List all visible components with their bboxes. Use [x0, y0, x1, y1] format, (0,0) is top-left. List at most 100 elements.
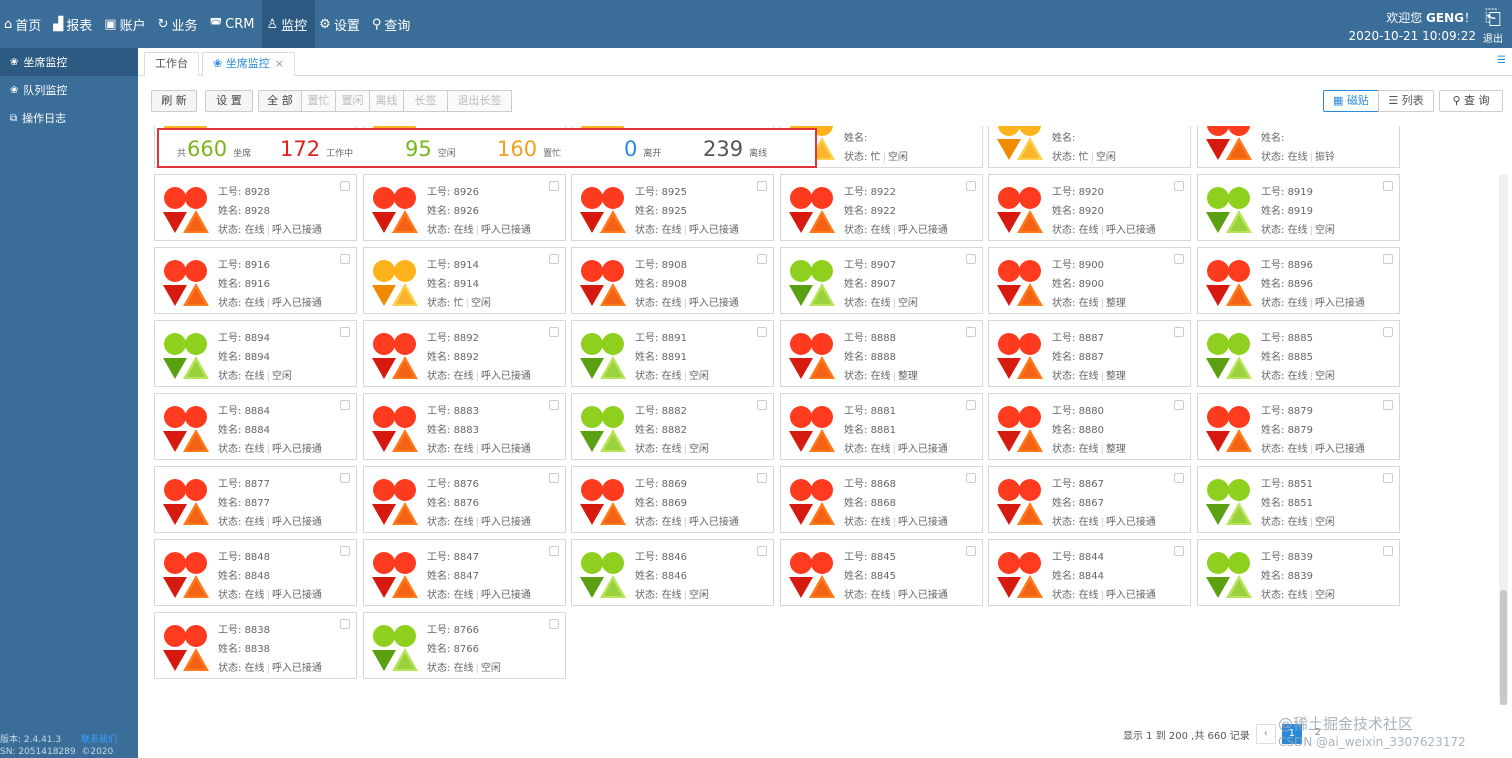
agent-checkbox[interactable] [549, 546, 559, 556]
query-button[interactable]: ⚲ 查 询 [1439, 90, 1503, 112]
agent-checkbox[interactable] [757, 473, 767, 483]
agent-card[interactable]: 工号: 8928 姓名: 8928 状态: 在线 | 呼入已接通 [154, 174, 357, 241]
list-view-button[interactable]: ☰ 列表 [1378, 90, 1434, 112]
agent-checkbox[interactable] [966, 254, 976, 264]
tile-view-button[interactable]: ▦ 磁贴 [1323, 90, 1379, 112]
agent-card[interactable]: 工号: 8882 姓名: 8882 状态: 在线 | 空闲 [571, 393, 774, 460]
sidebar-item-0[interactable]: ❀ 坐席监控 [0, 48, 138, 76]
agent-card[interactable]: 工号: 8879 姓名: 8879 状态: 在线 | 呼入已接通 [1197, 393, 1400, 460]
filter-busy-button[interactable]: 置忙 [302, 90, 336, 112]
summary-idle[interactable]: 95 空闲 [405, 136, 456, 162]
agent-card[interactable]: 工号: 8883 姓名: 8883 状态: 在线 | 呼入已接通 [363, 393, 566, 460]
agent-card[interactable]: 工号: 8920 姓名: 8920 状态: 在线 | 呼入已接通 [988, 174, 1191, 241]
agent-card[interactable]: 工号: 8919 姓名: 8919 状态: 在线 | 空闲 [1197, 174, 1400, 241]
agent-card[interactable]: 工号: 8839 姓名: 8839 状态: 在线 | 空闲 [1197, 539, 1400, 606]
prev-page-button[interactable]: ‹ [1255, 724, 1276, 744]
agent-card[interactable]: 工号: 8838 姓名: 8838 状态: 在线 | 呼入已接通 [154, 612, 357, 679]
agent-checkbox[interactable] [757, 181, 767, 191]
filter-offline-button[interactable]: 离线 [370, 90, 404, 112]
nav-item-7[interactable]: ⚲ 查询 [368, 0, 419, 48]
agent-card[interactable]: 工号: 8914 姓名: 8914 状态: 忙 | 空闲 [363, 247, 566, 314]
agent-card[interactable]: 工号: 姓名: 状态: 忙|空闲 [988, 126, 1191, 168]
agent-card[interactable]: 工号: 8907 姓名: 8907 状态: 在线 | 空闲 [780, 247, 983, 314]
vertical-scrollbar[interactable] [1499, 175, 1508, 705]
agent-checkbox[interactable] [340, 400, 350, 410]
agent-checkbox[interactable] [340, 327, 350, 337]
agent-checkbox[interactable] [966, 400, 976, 410]
nav-item-0[interactable]: ⌂ 首页 [0, 0, 49, 48]
agent-card[interactable]: 工号: 8848 姓名: 8848 状态: 在线 | 呼入已接通 [154, 539, 357, 606]
agent-card[interactable]: 工号: 8880 姓名: 8880 状态: 在线 | 整理 [988, 393, 1191, 460]
agent-checkbox[interactable] [757, 327, 767, 337]
nav-item-6[interactable]: ⚙ 设置 [315, 0, 368, 48]
agent-checkbox[interactable] [340, 473, 350, 483]
agent-card[interactable]: 工号: 8908 姓名: 8908 状态: 在线 | 呼入已接通 [571, 247, 774, 314]
filter-exit-long-sign-button[interactable]: 退出长签 [448, 90, 512, 112]
agent-checkbox[interactable] [1174, 254, 1184, 264]
agent-card[interactable]: 工号: 8891 姓名: 8891 状态: 在线 | 空闲 [571, 320, 774, 387]
agent-checkbox[interactable] [1383, 473, 1393, 483]
agent-checkbox[interactable] [1174, 546, 1184, 556]
contact-link[interactable]: 联系我们 [81, 735, 117, 745]
nav-item-2[interactable]: ▣ 账户 [100, 0, 153, 48]
logout-button[interactable]: ⎗ 退出 [1478, 4, 1508, 45]
agent-card[interactable]: 工号: 8888 姓名: 8888 状态: 在线 | 整理 [780, 320, 983, 387]
agent-card[interactable]: 工号: 8846 姓名: 8846 状态: 在线 | 空闲 [571, 539, 774, 606]
agent-card[interactable]: 工号: 8766 姓名: 8766 状态: 在线 | 空闲 [363, 612, 566, 679]
agent-card[interactable]: 工号: 8844 姓名: 8844 状态: 在线 | 呼入已接通 [988, 539, 1191, 606]
agent-checkbox[interactable] [340, 181, 350, 191]
agent-checkbox[interactable] [549, 473, 559, 483]
agent-card[interactable]: 工号: 8884 姓名: 8884 状态: 在线 | 呼入已接通 [154, 393, 357, 460]
agent-card[interactable]: 工号: 8900 姓名: 8900 状态: 在线 | 整理 [988, 247, 1191, 314]
agent-card[interactable]: 工号: 8896 姓名: 8896 状态: 在线 | 呼入已接通 [1197, 247, 1400, 314]
agent-card[interactable]: 工号: 8851 姓名: 8851 状态: 在线 | 空闲 [1197, 466, 1400, 533]
close-icon[interactable]: × [275, 57, 284, 70]
summary-busy[interactable]: 160 置忙 [497, 136, 561, 162]
agent-card[interactable]: 工号: 8885 姓名: 8885 状态: 在线 | 空闲 [1197, 320, 1400, 387]
summary-away[interactable]: 0 离开 [624, 136, 661, 162]
nav-item-3[interactable]: ↻ 业务 [154, 0, 206, 48]
agent-checkbox[interactable] [549, 254, 559, 264]
nav-item-5[interactable]: ♙ 监控 [262, 0, 316, 48]
agent-card[interactable]: 工号: 8881 姓名: 8881 状态: 在线 | 呼入已接通 [780, 393, 983, 460]
agent-card[interactable]: 工号: 8887 姓名: 8887 状态: 在线 | 整理 [988, 320, 1191, 387]
agent-checkbox[interactable] [340, 619, 350, 629]
agent-checkbox[interactable] [549, 619, 559, 629]
filter-all-button[interactable]: 全 部 [258, 90, 302, 112]
tab-seat-monitor[interactable]: ❀ 坐席监控 × [202, 52, 295, 76]
refresh-button[interactable]: 刷 新 [151, 90, 197, 112]
settings-button[interactable]: 设 置 [205, 90, 253, 112]
agent-checkbox[interactable] [1174, 327, 1184, 337]
agent-card[interactable]: 工号: 姓名: 状态: 在线|振铃 [1197, 126, 1400, 168]
nav-item-4[interactable]: ◚ CRM [206, 0, 263, 48]
agent-checkbox[interactable] [966, 473, 976, 483]
sidebar-item-2[interactable]: ⧉ 操作日志 [0, 104, 138, 132]
filter-idle-button[interactable]: 置闲 [336, 90, 370, 112]
nav-item-1[interactable]: ▟ 报表 [49, 0, 100, 48]
agent-card[interactable]: 工号: 8869 姓名: 8869 状态: 在线 | 呼入已接通 [571, 466, 774, 533]
agent-checkbox[interactable] [1174, 181, 1184, 191]
agent-checkbox[interactable] [757, 546, 767, 556]
agent-card[interactable]: 工号: 8892 姓名: 8892 状态: 在线 | 呼入已接通 [363, 320, 566, 387]
agent-checkbox[interactable] [1383, 400, 1393, 410]
agent-card[interactable]: 工号: 8868 姓名: 8868 状态: 在线 | 呼入已接通 [780, 466, 983, 533]
filter-long-sign-button[interactable]: 长签 [404, 90, 448, 112]
agent-card[interactable]: 工号: 8845 姓名: 8845 状态: 在线 | 呼入已接通 [780, 539, 983, 606]
agent-checkbox[interactable] [1383, 181, 1393, 191]
agent-card[interactable]: 工号: 8916 姓名: 8916 状态: 在线 | 呼入已接通 [154, 247, 357, 314]
agent-card[interactable]: 工号: 8894 姓名: 8894 状态: 在线 | 空闲 [154, 320, 357, 387]
scrollbar-thumb[interactable] [1500, 590, 1507, 705]
agent-checkbox[interactable] [549, 400, 559, 410]
agent-checkbox[interactable] [757, 254, 767, 264]
summary-offline[interactable]: 239 离线 [703, 136, 767, 162]
agent-card[interactable]: 工号: 8922 姓名: 8922 状态: 在线 | 呼入已接通 [780, 174, 983, 241]
agent-card[interactable]: 工号: 8877 姓名: 8877 状态: 在线 | 呼入已接通 [154, 466, 357, 533]
agent-checkbox[interactable] [966, 327, 976, 337]
summary-working[interactable]: 172 工作中 [280, 136, 353, 162]
agent-card[interactable]: 工号: 8867 姓名: 8867 状态: 在线 | 呼入已接通 [988, 466, 1191, 533]
agent-checkbox[interactable] [1383, 254, 1393, 264]
agent-checkbox[interactable] [1383, 546, 1393, 556]
agent-card[interactable]: 工号: 8876 姓名: 8876 状态: 在线 | 呼入已接通 [363, 466, 566, 533]
agent-card[interactable]: 工号: 8926 姓名: 8926 状态: 在线 | 呼入已接通 [363, 174, 566, 241]
tab-menu-icon[interactable]: ☰ [1497, 55, 1506, 66]
